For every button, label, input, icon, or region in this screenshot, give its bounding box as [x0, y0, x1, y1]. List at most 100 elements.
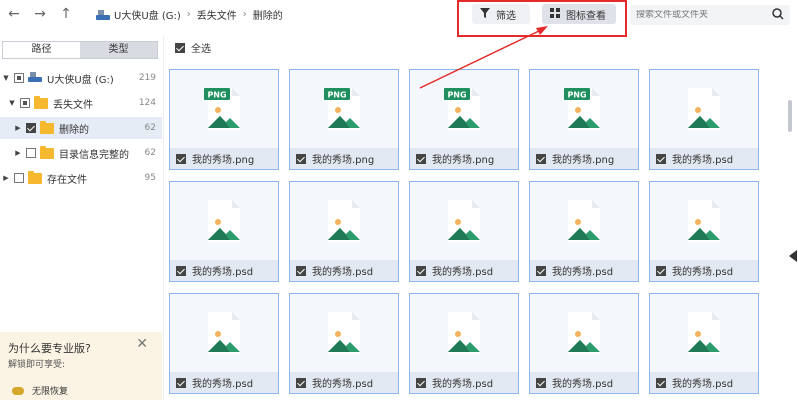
file-card-footer: 我的秀场.psd — [290, 260, 398, 281]
file-type-badge: PNG — [447, 91, 466, 100]
file-type-badge: PNG — [567, 91, 586, 100]
promo-feature-label: 无限恢复 — [32, 387, 69, 397]
search-icon[interactable] — [772, 8, 784, 23]
file-name: 我的秀场.psd — [192, 379, 254, 390]
file-checkbox[interactable] — [176, 153, 186, 164]
breadcrumb-separator-icon: › — [242, 9, 247, 20]
expand-right-icon[interactable]: ▶ — [14, 149, 22, 157]
image-file-icon — [530, 182, 638, 260]
select-all[interactable]: 全选 — [175, 40, 211, 55]
image-file-icon — [170, 182, 278, 260]
file-checkbox[interactable] — [536, 265, 546, 276]
tree-item-drive[interactable]: ▼ U大侠U盘 (G:) 219 — [0, 67, 162, 89]
file-name: 我的秀场.psd — [672, 155, 734, 166]
file-card[interactable]: 我的秀场.psd — [169, 181, 279, 282]
image-file-icon — [410, 294, 518, 372]
file-card-footer: 我的秀场.psd — [410, 372, 518, 393]
upgrade-promo: 为什么要专业版? 解锁即可享受: ✕ 无限恢复 — [0, 332, 162, 400]
tree-item-complete-dir[interactable]: ▶ 目录信息完整的 62 — [0, 142, 162, 164]
file-checkbox[interactable] — [176, 265, 186, 276]
file-checkbox[interactable] — [296, 377, 306, 388]
file-type-badge: PNG — [327, 91, 346, 100]
tab-path[interactable]: 路径 — [3, 42, 80, 58]
file-checkbox[interactable] — [416, 153, 426, 164]
expand-down-icon[interactable]: ▼ — [2, 74, 10, 82]
file-card[interactable]: PNG 我的秀场.png — [529, 69, 639, 170]
expand-right-icon[interactable]: ▶ — [14, 124, 22, 132]
file-card[interactable]: PNG 我的秀场.png — [169, 69, 279, 170]
tree-item-existing[interactable]: ▶ 存在文件 95 — [0, 167, 162, 189]
folder-star-icon — [40, 145, 54, 159]
tree-item-count: 62 — [144, 123, 156, 133]
file-card[interactable]: PNG 我的秀场.png — [409, 69, 519, 170]
expand-right-icon[interactable]: ▶ — [2, 174, 10, 182]
file-checkbox[interactable] — [176, 377, 186, 388]
file-card[interactable]: 我的秀场.psd — [649, 293, 759, 394]
file-card-footer: 我的秀场.png — [530, 148, 638, 169]
file-checkbox[interactable] — [536, 377, 546, 388]
tree-checkbox[interactable] — [14, 173, 24, 183]
file-name: 我的秀场.psd — [552, 267, 614, 278]
tree-item-label: 删除的 — [59, 124, 89, 136]
tree-item-lost-files[interactable]: ▼ 丢失文件 124 — [0, 92, 162, 114]
file-card-footer: 我的秀场.psd — [650, 260, 758, 281]
folder-icon — [28, 170, 42, 184]
scrollbar[interactable] — [788, 100, 792, 132]
sidebar: 路径 类型 ▼ U大侠U盘 (G:) 219 ▼ 丢失文件 124 ▶ 删除的 … — [0, 36, 164, 400]
image-file-icon: PNG — [410, 70, 518, 148]
tree-checkbox[interactable] — [26, 123, 36, 133]
breadcrumb-item-drive[interactable]: U大侠U盘 (G:) — [114, 7, 181, 22]
breadcrumb-item-lost[interactable]: 丢失文件 — [197, 7, 237, 22]
file-card[interactable]: 我的秀场.psd — [409, 293, 519, 394]
file-checkbox[interactable] — [656, 153, 666, 164]
file-card[interactable]: 我的秀场.psd — [649, 181, 759, 282]
file-card[interactable]: PNG 我的秀场.png — [289, 69, 399, 170]
search-input[interactable] — [636, 10, 766, 20]
tab-type[interactable]: 类型 — [80, 42, 157, 58]
back-icon[interactable]: ← — [6, 6, 22, 22]
tree-item-label: U大侠U盘 (G:) — [47, 74, 114, 86]
file-name: 我的秀场.psd — [192, 267, 254, 278]
file-card[interactable]: 我的秀场.psd — [529, 181, 639, 282]
file-checkbox[interactable] — [296, 153, 306, 164]
file-card-footer: 我的秀场.psd — [650, 372, 758, 393]
collapse-panel-icon[interactable] — [789, 250, 797, 262]
image-file-icon: PNG — [170, 70, 278, 148]
folder-icon — [34, 95, 48, 109]
file-card[interactable]: 我的秀场.psd — [289, 293, 399, 394]
file-card-footer: 我的秀场.png — [410, 148, 518, 169]
file-checkbox[interactable] — [416, 377, 426, 388]
close-icon[interactable]: ✕ — [136, 336, 148, 352]
infinity-icon — [12, 386, 24, 395]
tree-item-count: 95 — [144, 173, 156, 183]
file-name: 我的秀场.png — [192, 155, 255, 166]
usb-drive-icon — [28, 71, 42, 85]
up-icon[interactable]: ↑ — [58, 6, 74, 22]
expand-down-icon[interactable]: ▼ — [8, 99, 16, 107]
file-name: 我的秀场.psd — [432, 379, 494, 390]
tree-item-deleted[interactable]: ▶ 删除的 62 — [0, 117, 162, 139]
promo-feature: 无限恢复 — [12, 384, 68, 397]
file-card[interactable]: 我的秀场.psd — [409, 181, 519, 282]
tree-item-label: 存在文件 — [47, 174, 87, 186]
select-all-label: 全选 — [191, 44, 211, 55]
image-file-icon — [290, 182, 398, 260]
file-card[interactable]: 我的秀场.psd — [529, 293, 639, 394]
file-checkbox[interactable] — [416, 265, 426, 276]
tree-checkbox[interactable] — [26, 148, 36, 158]
file-card[interactable]: 我的秀场.psd — [649, 69, 759, 170]
file-checkbox[interactable] — [656, 377, 666, 388]
file-card[interactable]: 我的秀场.psd — [169, 293, 279, 394]
forward-icon[interactable]: → — [32, 6, 48, 22]
image-file-icon: PNG — [290, 70, 398, 148]
search-box[interactable] — [630, 5, 790, 25]
file-card-footer: 我的秀场.psd — [530, 260, 638, 281]
tree-checkbox[interactable] — [20, 98, 30, 108]
breadcrumb-item-deleted[interactable]: 删除的 — [253, 7, 283, 22]
file-checkbox[interactable] — [536, 153, 546, 164]
file-card[interactable]: 我的秀场.psd — [289, 181, 399, 282]
file-checkbox[interactable] — [296, 265, 306, 276]
file-checkbox[interactable] — [656, 265, 666, 276]
select-all-checkbox[interactable] — [175, 42, 185, 53]
tree-checkbox[interactable] — [14, 73, 24, 83]
